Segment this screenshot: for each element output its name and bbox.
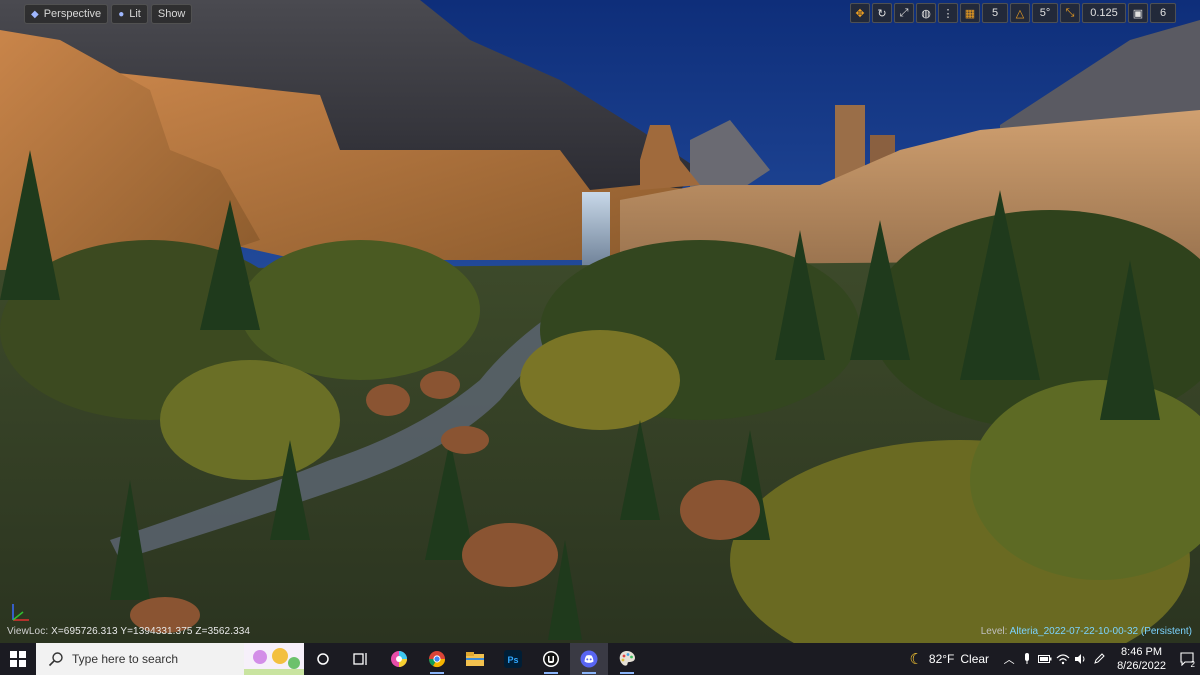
weather-widget[interactable]: ☾ 82°F Clear xyxy=(909,650,989,668)
palette-icon xyxy=(619,651,635,666)
taskbar-timeline[interactable] xyxy=(342,643,380,675)
level-readout: Level: Alteria_2022-07-22-10-00-32 (Pers… xyxy=(981,626,1192,637)
windows-logo-icon xyxy=(10,651,26,667)
rotation-snap-icon[interactable]: △ xyxy=(1010,3,1030,23)
lit-sphere-icon: ● xyxy=(118,8,125,20)
rotation-snap-value[interactable]: 5° xyxy=(1032,3,1058,23)
perspective-button[interactable]: ◆ Perspective xyxy=(24,4,109,24)
perspective-icon: ◆ xyxy=(31,8,39,20)
battery-icon[interactable] xyxy=(1037,643,1053,675)
moon-icon: ☾ xyxy=(909,651,923,668)
task-view-icon xyxy=(353,653,367,665)
show-label: Show xyxy=(157,8,186,20)
search-input[interactable] xyxy=(70,651,234,667)
app: ◆ Perspective ● Lit Show ✥ ↻ ⤢ ◍ ⋮ ▦ 5 △… xyxy=(0,0,1200,675)
grid-snap-icon[interactable]: ▦ xyxy=(960,3,980,23)
show-button[interactable]: Show xyxy=(150,4,193,24)
taskbar-photoshop[interactable]: Ps xyxy=(494,643,532,675)
chevron-up-icon[interactable]: ︿ xyxy=(1001,643,1017,675)
scale-snap-icon[interactable]: ⤡ xyxy=(1060,3,1080,23)
notifications-button[interactable]: 2 xyxy=(1174,643,1200,675)
viewloc-label: ViewLoc: xyxy=(7,626,49,637)
photoshop-icon: Ps xyxy=(504,650,522,668)
scale-snap-value[interactable]: 0.125 xyxy=(1082,3,1126,23)
weather-temp: 82°F xyxy=(928,652,955,666)
viewport-toolbar-right: ✥ ↻ ⤢ ◍ ⋮ ▦ 5 △ 5° ⤡ 0.125 ▣ 6 xyxy=(850,3,1176,23)
grid-snap-value[interactable]: 5 xyxy=(982,3,1008,23)
chrome-icon xyxy=(428,651,446,668)
camera-speed-value[interactable]: 6 xyxy=(1150,3,1176,23)
scale-mode-icon[interactable]: ⤢ xyxy=(894,3,914,23)
unreal-engine-icon xyxy=(543,651,559,667)
network-icon[interactable] xyxy=(1055,643,1071,675)
clock-date: 8/26/2022 xyxy=(1117,660,1166,672)
search-highlight-icon xyxy=(244,643,304,675)
weather-condition: Clear xyxy=(960,652,990,666)
volume-icon[interactable] xyxy=(1073,643,1089,675)
circle-icon xyxy=(317,653,329,665)
taskbar-paint-app[interactable] xyxy=(608,643,646,675)
taskbar-task-view[interactable] xyxy=(304,643,342,675)
axis-gizmo-icon xyxy=(12,604,29,621)
level-name: Alteria_2022-07-22-10-00-32 (Persistent) xyxy=(1009,626,1192,637)
search-icon xyxy=(48,652,63,667)
select-mode-icon[interactable]: ✥ xyxy=(850,3,870,23)
svg-text:Ps: Ps xyxy=(507,655,518,665)
viewport-toolbar-left: ◆ Perspective ● Lit Show xyxy=(24,4,193,24)
start-button[interactable] xyxy=(0,643,36,675)
taskbar-file-explorer[interactable] xyxy=(456,643,494,675)
taskbar-discord[interactable] xyxy=(570,643,608,675)
level-viewport[interactable]: ◆ Perspective ● Lit Show ✥ ↻ ⤢ ◍ ⋮ ▦ 5 △… xyxy=(0,0,1200,643)
notification-count: 2 xyxy=(1190,660,1195,669)
taskbar-search[interactable] xyxy=(36,643,304,675)
taskbar-color-app[interactable] xyxy=(380,643,418,675)
folder-icon xyxy=(466,652,484,666)
system-tray: ☾ 82°F Clear ︿ 8:46 PM 8/26/2022 2 xyxy=(909,643,1200,675)
viewloc-value: X=695726.313 Y=1394331.375 Z=3562.334 xyxy=(51,626,251,637)
discord-icon xyxy=(580,650,598,668)
perspective-label: Perspective xyxy=(43,8,102,20)
taskbar: Ps xyxy=(0,643,1200,675)
camera-speed-icon[interactable]: ▣ xyxy=(1128,3,1148,23)
scene-render[interactable] xyxy=(0,0,1200,643)
taskbar-unreal-engine[interactable] xyxy=(532,643,570,675)
rotate-mode-icon[interactable]: ↻ xyxy=(872,3,892,23)
pen-icon[interactable] xyxy=(1091,643,1107,675)
microphone-icon[interactable] xyxy=(1019,643,1035,675)
lit-label: Lit xyxy=(129,8,141,20)
taskbar-chrome[interactable] xyxy=(418,643,456,675)
view-mode-button[interactable]: ● Lit xyxy=(111,4,148,24)
color-wheel-icon xyxy=(391,651,407,667)
world-space-icon[interactable]: ◍ xyxy=(916,3,936,23)
clock-time: 8:46 PM xyxy=(1121,646,1163,658)
view-location-readout: ViewLoc: X=695726.313 Y=1394331.375 Z=35… xyxy=(7,626,250,637)
clock[interactable]: 8:46 PM 8/26/2022 xyxy=(1117,645,1166,673)
level-label: Level: xyxy=(980,626,1008,637)
surface-snap-icon[interactable]: ⋮ xyxy=(938,3,958,23)
